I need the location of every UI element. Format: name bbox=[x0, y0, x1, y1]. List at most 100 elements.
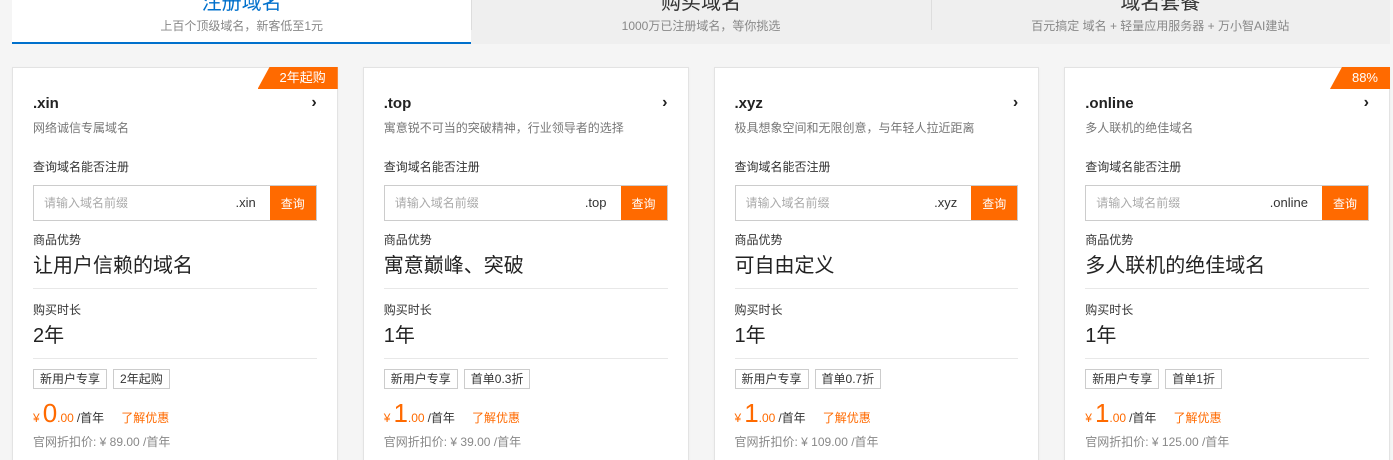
tag-list: 新用户专享 2年起购 bbox=[33, 369, 317, 389]
domain-search-box: .xyz 查询 bbox=[734, 185, 1019, 221]
domain-card-xin: 2年起购 .xin › 网络诚信专属域名 查询域名能否注册 .xin 查询 商品… bbox=[12, 67, 338, 460]
query-label: 查询域名能否注册 bbox=[734, 160, 831, 174]
advantage-label: 商品优势 bbox=[734, 233, 783, 247]
tag-offer: 首单1折 bbox=[1165, 369, 1222, 389]
tag-list: 新用户专享 首单1折 bbox=[1085, 369, 1369, 389]
card-header: .xin › bbox=[33, 93, 317, 113]
price-unit: /首年 bbox=[76, 411, 105, 425]
divider bbox=[383, 358, 668, 359]
tag-list: 新用户专享 首单0.3折 bbox=[383, 369, 668, 389]
original-price: 官网折扣价: ¥ 89.00 /首年 bbox=[33, 435, 171, 449]
advantage-text: 寓意巅峰、突破 bbox=[383, 255, 524, 277]
tld-suffix: .online bbox=[1269, 195, 1308, 210]
domain-card-online: 88% .online › 多人联机的绝佳域名 查询域名能否注册 .online… bbox=[1064, 67, 1390, 460]
learn-offer-link[interactable]: 了解优惠 bbox=[823, 409, 871, 426]
tld-name: .online bbox=[1085, 94, 1134, 112]
original-price: 官网折扣价: ¥ 125.00 /首年 bbox=[1085, 435, 1230, 449]
advantage-label: 商品优势 bbox=[1085, 233, 1134, 247]
domain-prefix-input[interactable] bbox=[1086, 186, 1270, 220]
price-unit: /首年 bbox=[1129, 411, 1157, 425]
domain-prefix-input[interactable] bbox=[384, 186, 585, 220]
tab-title: 注册域名 bbox=[201, 0, 282, 14]
chevron-right-icon[interactable]: › bbox=[1364, 94, 1369, 112]
tld-description: 极具想象空间和无限创意，与年轻人拉近距离 bbox=[734, 121, 975, 135]
divider bbox=[33, 358, 317, 359]
price-decimal: .00 bbox=[1109, 411, 1127, 425]
tld-name: .xin bbox=[33, 94, 59, 112]
tld-description: 网络诚信专属域名 bbox=[33, 121, 130, 135]
tag-offer: 首单0.3折 bbox=[463, 369, 531, 389]
tld-suffix: .xyz bbox=[934, 195, 958, 210]
duration-value: 1年 bbox=[734, 325, 766, 347]
query-button[interactable]: 查询 bbox=[1322, 186, 1368, 220]
advantage-text: 多人联机的绝佳域名 bbox=[1085, 255, 1266, 277]
query-label: 查询域名能否注册 bbox=[33, 160, 130, 174]
promo-badge: 88% bbox=[1329, 67, 1390, 89]
price-row: ¥ 1 .00 /首年 了解优惠 bbox=[384, 399, 668, 427]
tld-description: 寓意锐不可当的突破精神，行业领导者的选择 bbox=[383, 121, 624, 135]
tld-description: 多人联机的绝佳域名 bbox=[1085, 121, 1194, 135]
currency-symbol: ¥ bbox=[33, 411, 40, 425]
promo-badge: 2年起购 bbox=[257, 67, 338, 89]
domain-search-box: .online 查询 bbox=[1085, 185, 1369, 221]
learn-offer-link[interactable]: 了解优惠 bbox=[472, 409, 520, 426]
advantage-text: 可自由定义 bbox=[734, 255, 835, 277]
tab-domain-package[interactable]: 域名套餐 百元搞定 域名 + 轻量应用服务器 + 万小智AI建站 bbox=[930, 0, 1390, 44]
price-integer: 0 bbox=[42, 398, 58, 428]
advantage-text: 让用户信赖的域名 bbox=[33, 255, 193, 277]
tag-new-user: 新用户专享 bbox=[383, 369, 458, 389]
domain-prefix-input[interactable] bbox=[735, 186, 935, 220]
duration-label: 购买时长 bbox=[383, 303, 432, 317]
chevron-right-icon[interactable]: › bbox=[311, 94, 316, 112]
price-decimal: .00 bbox=[758, 411, 776, 425]
currency-symbol: ¥ bbox=[1085, 411, 1092, 425]
tag-offer: 首单0.7折 bbox=[814, 369, 882, 389]
tag-new-user: 新用户专享 bbox=[734, 369, 809, 389]
tab-subtitle: 百元搞定 域名 + 轻量应用服务器 + 万小智AI建站 bbox=[1031, 19, 1290, 33]
advantage-label: 商品优势 bbox=[383, 233, 432, 247]
divider bbox=[33, 288, 317, 289]
divider bbox=[1085, 358, 1369, 359]
tab-register-domain[interactable]: 注册域名 上百个顶级域名，新客低至1元 bbox=[12, 0, 472, 44]
tld-name: .xyz bbox=[734, 94, 763, 112]
domain-prefix-input[interactable] bbox=[34, 186, 236, 220]
currency-symbol: ¥ bbox=[734, 411, 742, 425]
advantage-label: 商品优势 bbox=[33, 233, 82, 247]
price-unit: /首年 bbox=[778, 411, 806, 425]
domain-tabs: 注册域名 上百个顶级域名，新客低至1元 购买域名 1000万已注册域名，等你挑选… bbox=[12, 0, 1390, 44]
learn-offer-link[interactable]: 了解优惠 bbox=[121, 409, 169, 426]
original-price: 官网折扣价: ¥ 109.00 /首年 bbox=[734, 435, 879, 449]
chevron-right-icon[interactable]: › bbox=[1013, 94, 1018, 112]
tag-new-user: 新用户专享 bbox=[1085, 369, 1160, 389]
learn-offer-link[interactable]: 了解优惠 bbox=[1173, 409, 1221, 426]
duration-value: 1年 bbox=[1085, 325, 1117, 347]
original-price: 官网折扣价: ¥ 39.00 /首年 bbox=[383, 435, 522, 449]
chevron-right-icon[interactable]: › bbox=[662, 94, 667, 112]
price-integer: 1 bbox=[1094, 398, 1110, 428]
duration-label: 购买时长 bbox=[33, 303, 82, 317]
price-row: ¥ 1 .00 /首年 了解优惠 bbox=[735, 399, 1019, 427]
tld-suffix: .xin bbox=[235, 195, 256, 210]
currency-symbol: ¥ bbox=[383, 411, 391, 425]
divider bbox=[383, 288, 668, 289]
duration-label: 购买时长 bbox=[1085, 303, 1134, 317]
price-decimal: .00 bbox=[407, 411, 425, 425]
duration-label: 购买时长 bbox=[734, 303, 783, 317]
price-decimal: .00 bbox=[57, 411, 74, 425]
tld-suffix: .top bbox=[584, 195, 607, 210]
domain-cards: 2年起购 .xin › 网络诚信专属域名 查询域名能否注册 .xin 查询 商品… bbox=[12, 67, 1390, 460]
query-button[interactable]: 查询 bbox=[269, 186, 316, 220]
tab-title: 域名套餐 bbox=[1120, 0, 1201, 14]
tag-list: 新用户专享 首单0.7折 bbox=[734, 369, 1019, 389]
query-label: 查询域名能否注册 bbox=[383, 160, 480, 174]
tab-buy-domain[interactable]: 购买域名 1000万已注册域名，等你挑选 bbox=[471, 0, 930, 44]
query-label: 查询域名能否注册 bbox=[1085, 160, 1182, 174]
query-button[interactable]: 查询 bbox=[971, 186, 1018, 220]
query-button[interactable]: 查询 bbox=[620, 186, 667, 220]
price-integer: 1 bbox=[393, 398, 408, 428]
domain-card-xyz: .xyz › 极具想象空间和无限创意，与年轻人拉近距离 查询域名能否注册 .xy… bbox=[713, 67, 1040, 460]
tag-offer: 2年起购 bbox=[113, 369, 170, 389]
domain-search-box: .xin 查询 bbox=[33, 185, 317, 221]
domain-search-box: .top 查询 bbox=[383, 185, 668, 221]
card-header: .top › bbox=[384, 93, 668, 113]
